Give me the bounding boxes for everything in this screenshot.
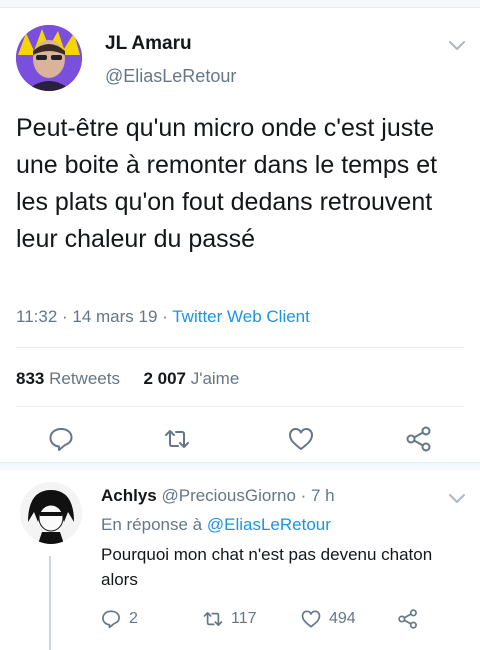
like-icon [289,428,313,450]
like-icon [301,610,321,628]
in-reply-to-handle[interactable]: @EliasLeRetour [207,515,331,534]
reply-author-name[interactable]: Achlys [101,486,157,505]
thread-line [49,556,51,650]
reply-icon [102,610,120,629]
reply-button[interactable] [48,426,74,452]
divider [16,347,464,348]
author-avatar[interactable] [16,25,82,91]
tweet-text: Peut-être qu'un micro onde c'est juste u… [16,114,438,253]
tweet-timestamp[interactable]: 11:32 · 14 mars 19 · [16,307,172,326]
retweet-button[interactable] [164,426,190,452]
reply-reply-count: 2 [129,610,138,627]
reply-retweet-count: 117 [231,610,257,627]
tweet-separator [0,462,480,470]
chevron-down-icon[interactable] [448,493,466,505]
likes-label: J'aime [185,369,240,388]
share-icon [406,426,431,452]
reply-share-button[interactable] [398,608,426,630]
chevron-down-icon[interactable] [448,40,466,52]
retweets-stat[interactable]: 833 Retweets [16,369,120,388]
divider [16,406,464,407]
in-reply-to-label: En réponse à [101,515,207,534]
reply-retweet-button[interactable]: 117 [203,608,257,630]
retweet-icon [203,612,223,626]
share-button[interactable] [406,426,432,452]
reply-author-meta[interactable]: @PreciousGiorno · 7 h [157,486,334,505]
tweet-meta: 11:32 · 14 mars 19 · Twitter Web Client [16,307,310,327]
reply-author-avatar[interactable] [20,482,82,544]
reply-header: Achlys @PreciousGiorno · 7 h [101,486,335,506]
retweet-icon [165,430,189,448]
reply-reply-button[interactable]: 2 [101,608,138,630]
likes-count: 2 007 [143,369,186,388]
author-name[interactable]: JL Amaru [105,33,192,55]
reply-like-count: 494 [329,610,356,627]
main-tweet: JL Amaru @EliasLeRetour Peut-être qu'un … [0,8,480,463]
likes-stat[interactable]: 2 007 J'aime [143,369,239,388]
tweet-client-link[interactable]: Twitter Web Client [172,307,310,326]
share-icon [398,609,417,629]
in-reply-to: En réponse à @EliasLeRetour [101,515,331,535]
author-handle[interactable]: @EliasLeRetour [105,66,236,87]
like-button[interactable] [288,426,314,452]
retweets-count: 833 [16,369,45,388]
reply-icon [49,428,73,451]
retweets-label: Retweets [44,369,120,388]
reply-like-button[interactable]: 494 [301,608,356,630]
top-separator [0,0,480,8]
reply-text: Pourquoi mon chat n'est pas devenu chato… [101,545,433,589]
tweet-stats: 833 Retweets 2 007 J'aime [16,369,239,389]
